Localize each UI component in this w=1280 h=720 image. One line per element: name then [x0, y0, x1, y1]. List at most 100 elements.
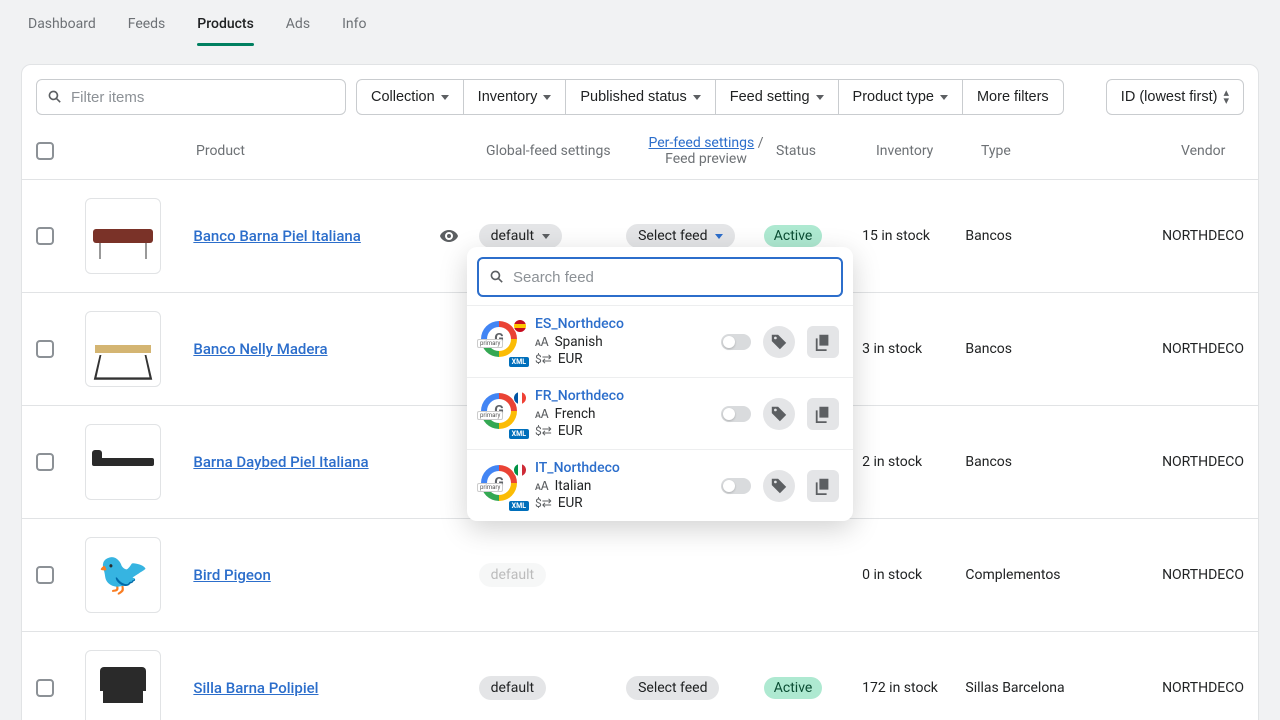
feed-search-input[interactable]: [513, 269, 831, 286]
header-status: Status: [776, 143, 876, 159]
feed-toggle[interactable]: [721, 406, 751, 422]
tag-button[interactable]: [763, 326, 795, 358]
currency-icon: $⇄: [535, 352, 552, 366]
status-badge: Active: [764, 225, 823, 247]
flag-icon: [513, 319, 527, 333]
inventory-value: 172 in stock: [862, 680, 965, 696]
filter-input[interactable]: [71, 89, 335, 106]
tag-button[interactable]: [763, 398, 795, 430]
currency-icon: $⇄: [535, 496, 552, 510]
product-thumbnail: [85, 311, 161, 387]
xml-badge: XML: [509, 501, 529, 511]
tab-dashboard[interactable]: Dashboard: [28, 2, 96, 46]
caret-icon: [441, 95, 449, 100]
product-link[interactable]: Banco Barna Piel Italiana: [193, 227, 360, 245]
vendor-value: NORTHDECO: [1162, 567, 1244, 583]
product-link[interactable]: Barna Daybed Piel Italiana: [193, 453, 368, 471]
filter-published[interactable]: Published status: [565, 79, 715, 115]
search-icon: [489, 269, 505, 285]
filter-search[interactable]: [36, 79, 346, 115]
feed-icon: primary XML: [481, 465, 523, 507]
search-icon: [47, 89, 63, 105]
feed-dropdown: primary XML ES_Northdeco 🗚Spanish $⇄EUR …: [467, 247, 853, 521]
vendor-value: NORTHDECO: [1162, 341, 1244, 357]
status-badge: Active: [764, 677, 823, 699]
per-feed-link[interactable]: Per-feed settings: [649, 135, 755, 151]
feed-toggle[interactable]: [721, 334, 751, 350]
header-vendor: Vendor: [1181, 143, 1244, 159]
flag-icon: [513, 391, 527, 405]
product-thumbnail: [85, 424, 161, 500]
product-link[interactable]: Banco Nelly Madera: [193, 340, 327, 358]
header-inventory: Inventory: [876, 143, 981, 159]
inventory-value: 0 in stock: [862, 567, 965, 583]
filter-more[interactable]: More filters: [962, 79, 1064, 115]
row-checkbox[interactable]: [36, 340, 54, 358]
primary-badge: primary: [477, 339, 503, 348]
tab-info[interactable]: Info: [342, 2, 366, 46]
header-per-feed: Per-feed settings / Feed preview: [636, 135, 776, 167]
tab-ads[interactable]: Ads: [286, 2, 310, 46]
row-checkbox[interactable]: [36, 566, 54, 584]
table-header: Product Global-feed settings Per-feed se…: [22, 129, 1258, 180]
select-feed-pill[interactable]: Select feed: [626, 224, 735, 248]
copy-button[interactable]: [807, 470, 839, 502]
row-checkbox[interactable]: [36, 227, 54, 245]
type-value: Complementos: [965, 567, 1162, 583]
feed-option[interactable]: primary XML FR_Northdeco 🗚French $⇄EUR: [467, 377, 853, 449]
global-pill[interactable]: default: [479, 676, 547, 700]
caret-icon: [940, 95, 948, 100]
filter-product-type[interactable]: Product type: [838, 79, 963, 115]
feed-name: ES_Northdeco: [535, 316, 709, 332]
filter-feed-setting[interactable]: Feed setting: [715, 79, 839, 115]
tab-products[interactable]: Products: [197, 2, 254, 46]
feed-name: FR_Northdeco: [535, 388, 709, 404]
select-feed-pill[interactable]: Select feed: [626, 676, 719, 700]
caret-icon: [715, 234, 723, 239]
feed-search[interactable]: [477, 257, 843, 297]
vendor-value: NORTHDECO: [1162, 228, 1244, 244]
inventory-value: 2 in stock: [862, 454, 965, 470]
header-type: Type: [981, 143, 1181, 159]
header-product: Product: [196, 143, 486, 159]
caret-icon: [693, 95, 701, 100]
xml-badge: XML: [509, 357, 529, 367]
language-icon: 🗚: [535, 479, 549, 494]
type-value: Bancos: [965, 454, 1162, 470]
feed-icon: primary XML: [481, 321, 523, 363]
row-checkbox[interactable]: [36, 679, 54, 697]
header-global: Global-feed settings: [486, 143, 636, 159]
currency-icon: $⇄: [535, 424, 552, 438]
copy-button[interactable]: [807, 326, 839, 358]
caret-icon: [542, 234, 550, 239]
language-icon: 🗚: [535, 335, 549, 350]
copy-button[interactable]: [807, 398, 839, 430]
sort-icon: ▴▾: [1223, 89, 1229, 105]
row-checkbox[interactable]: [36, 453, 54, 471]
feed-name: IT_Northdeco: [535, 460, 709, 476]
tab-feeds[interactable]: Feeds: [128, 2, 166, 46]
tag-button[interactable]: [763, 470, 795, 502]
table-row: 🐦 Bird Pigeon default 0 in stock Complem…: [22, 519, 1258, 632]
type-value: Bancos: [965, 341, 1162, 357]
feed-toggle[interactable]: [721, 478, 751, 494]
xml-badge: XML: [509, 429, 529, 439]
flag-icon: [513, 463, 527, 477]
product-thumbnail: [85, 198, 161, 274]
primary-badge: primary: [477, 483, 503, 492]
feed-option[interactable]: primary XML ES_Northdeco 🗚Spanish $⇄EUR: [467, 305, 853, 377]
toolbar: Collection Inventory Published status Fe…: [22, 79, 1258, 129]
eye-icon[interactable]: [439, 226, 459, 246]
caret-icon: [543, 95, 551, 100]
global-pill[interactable]: default: [479, 563, 547, 587]
product-link[interactable]: Bird Pigeon: [193, 566, 270, 584]
filter-collection[interactable]: Collection: [356, 79, 464, 115]
select-all-checkbox[interactable]: [36, 142, 54, 160]
sort-button[interactable]: ID (lowest first)▴▾: [1106, 79, 1244, 115]
feed-option[interactable]: primary XML IT_Northdeco 🗚Italian $⇄EUR: [467, 449, 853, 521]
filter-inventory[interactable]: Inventory: [463, 79, 567, 115]
language-icon: 🗚: [535, 407, 549, 422]
product-link[interactable]: Silla Barna Polipiel: [193, 679, 318, 697]
feed-icon: primary XML: [481, 393, 523, 435]
global-pill[interactable]: default: [479, 224, 563, 248]
